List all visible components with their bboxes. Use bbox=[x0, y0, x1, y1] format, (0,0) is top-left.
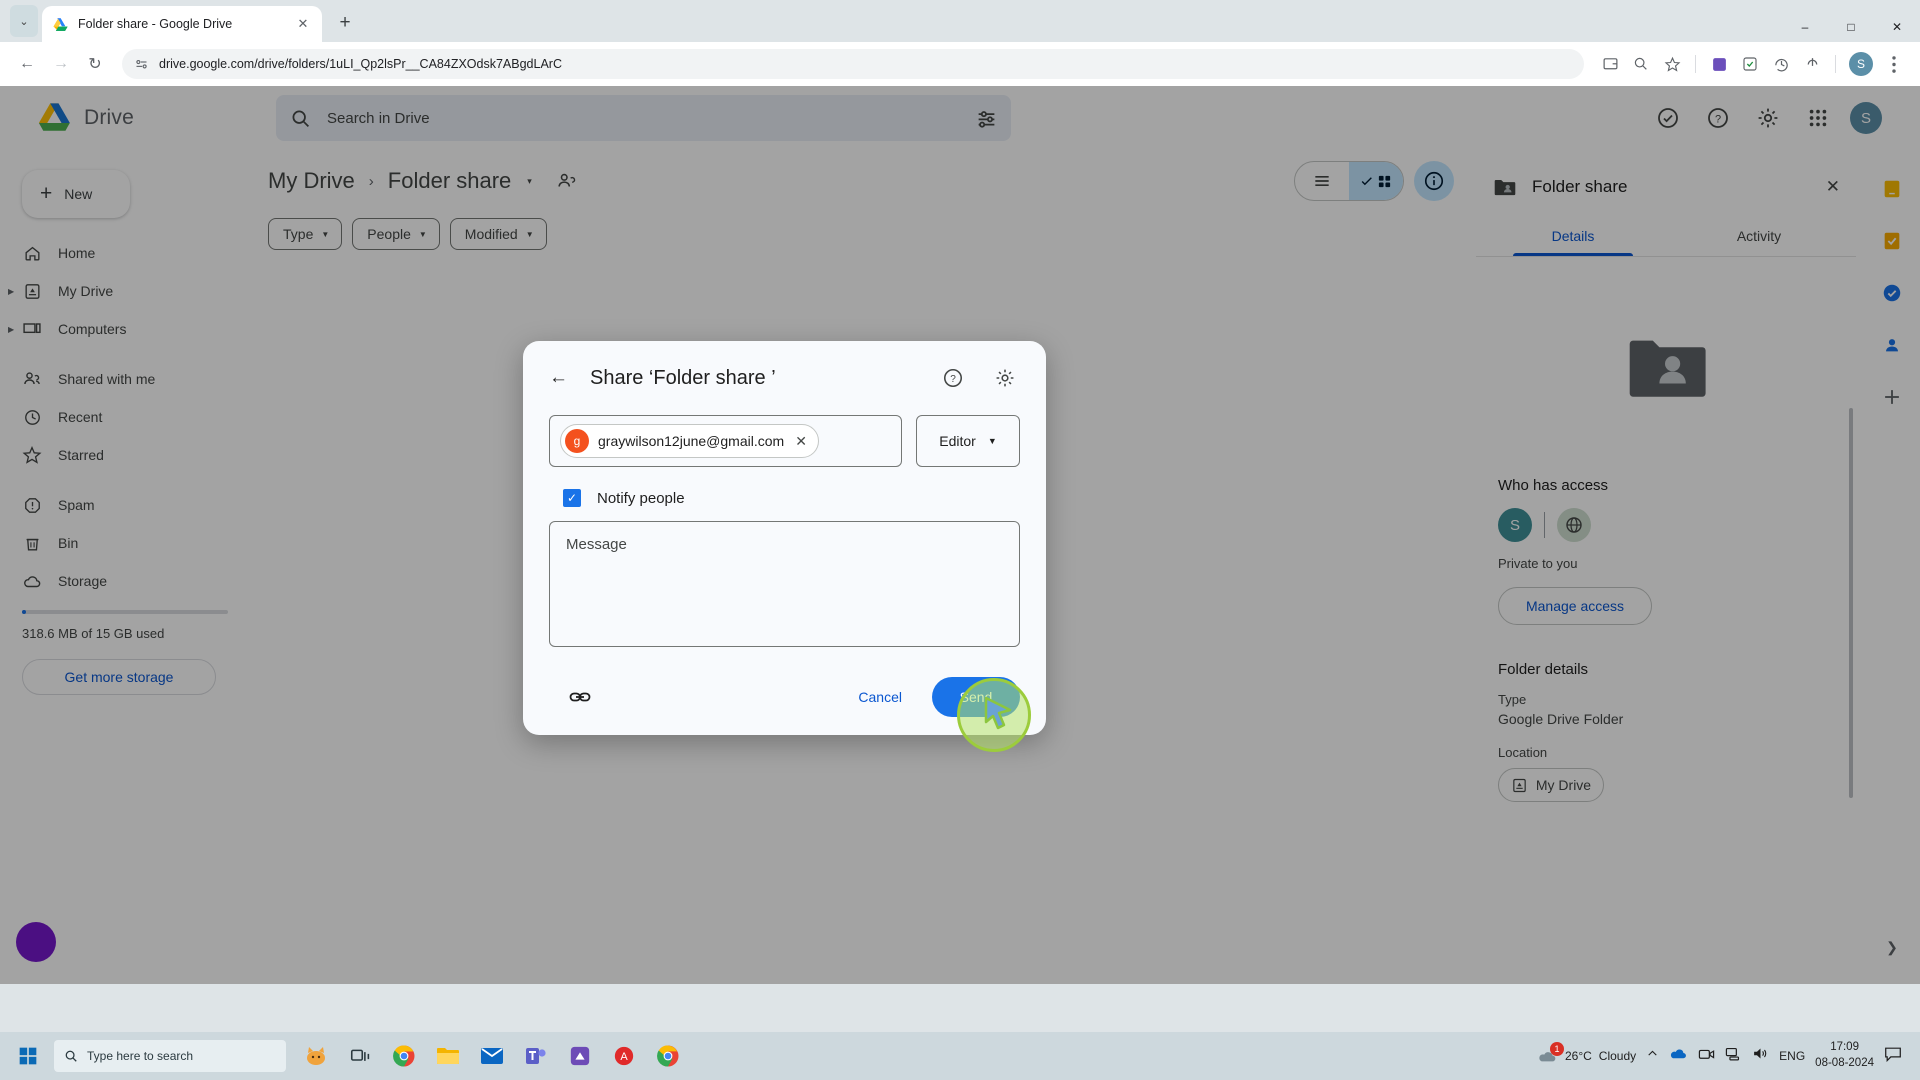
maximize-button[interactable]: □ bbox=[1828, 12, 1874, 42]
extension-green-icon[interactable] bbox=[1736, 50, 1764, 78]
omnibox-actions: S bbox=[1596, 50, 1908, 78]
link-icon[interactable] bbox=[563, 680, 597, 714]
windows-taskbar: Type here to search A 1 26°C Cloudy ENG … bbox=[0, 1032, 1920, 1080]
share-icon[interactable] bbox=[1798, 50, 1826, 78]
drive-page: Drive Search in Drive ? S + New Home ▶ M… bbox=[0, 86, 1920, 984]
recipient-email: graywilson12june@gmail.com bbox=[598, 433, 785, 449]
new-tab-button[interactable]: + bbox=[330, 8, 360, 38]
zoom-icon[interactable] bbox=[1627, 50, 1655, 78]
system-tray: 1 26°C Cloudy ENG 17:09 08-08-2024 bbox=[1536, 1040, 1912, 1071]
help-bubble[interactable] bbox=[16, 922, 56, 962]
remove-recipient-icon[interactable]: ✕ bbox=[793, 433, 809, 450]
store-icon[interactable] bbox=[560, 1036, 600, 1076]
divider-2 bbox=[1835, 55, 1836, 73]
recipient-row: g graywilson12june@gmail.com ✕ Editor ▼ bbox=[549, 415, 1020, 467]
drive-icon bbox=[53, 17, 68, 31]
tab-search-chevron-icon[interactable]: ⌄ bbox=[10, 5, 38, 37]
tray-icons: ENG bbox=[1646, 1046, 1805, 1066]
help-icon[interactable]: ? bbox=[938, 363, 968, 393]
recipient-chip[interactable]: g graywilson12june@gmail.com ✕ bbox=[560, 424, 819, 458]
onedrive-icon[interactable] bbox=[1669, 1046, 1688, 1066]
role-value: Editor bbox=[939, 433, 976, 449]
back-arrow-icon[interactable]: ← bbox=[549, 367, 568, 389]
weather-widget[interactable]: 1 26°C Cloudy bbox=[1536, 1042, 1637, 1065]
url-text: drive.google.com/drive/folders/1uLI_Qp2l… bbox=[159, 57, 562, 71]
chrome-menu-icon[interactable] bbox=[1880, 50, 1908, 78]
svg-text:A: A bbox=[620, 1051, 628, 1063]
install-app-icon[interactable] bbox=[1596, 50, 1624, 78]
anydesk-icon[interactable]: A bbox=[604, 1036, 644, 1076]
notification-badge: 1 bbox=[1549, 1042, 1564, 1056]
svg-text:?: ? bbox=[950, 374, 956, 385]
share-dialog-footer: Cancel Send bbox=[549, 677, 1020, 717]
recipient-input-field[interactable]: g graywilson12june@gmail.com ✕ bbox=[549, 415, 902, 467]
teams-icon[interactable] bbox=[516, 1036, 556, 1076]
window-controls: – □ ✕ bbox=[1782, 6, 1920, 42]
site-settings-icon[interactable] bbox=[134, 57, 149, 72]
browser-profile-avatar[interactable]: S bbox=[1849, 52, 1873, 76]
browser-tab[interactable]: Folder share - Google Drive ✕ bbox=[42, 6, 322, 42]
back-icon[interactable]: ← bbox=[12, 49, 42, 79]
address-bar[interactable]: drive.google.com/drive/folders/1uLI_Qp2l… bbox=[122, 49, 1584, 79]
chrome-active-icon[interactable] bbox=[648, 1036, 688, 1076]
role-dropdown[interactable]: Editor ▼ bbox=[916, 415, 1020, 467]
message-textarea[interactable]: Message bbox=[549, 521, 1020, 647]
language-indicator[interactable]: ENG bbox=[1779, 1049, 1805, 1063]
tab-title: Folder share - Google Drive bbox=[78, 17, 233, 31]
notify-people-row[interactable]: ✓ Notify people bbox=[563, 489, 1020, 507]
divider bbox=[1695, 55, 1696, 73]
share-dialog-title: Share ‘Folder share ’ bbox=[590, 366, 776, 389]
cortana-cat-icon[interactable] bbox=[296, 1036, 336, 1076]
mail-icon[interactable] bbox=[472, 1036, 512, 1076]
close-icon[interactable]: ✕ bbox=[294, 15, 312, 33]
omnibox-bar: ← → ↻ drive.google.com/drive/folders/1uL… bbox=[0, 42, 1920, 86]
forward-icon[interactable]: → bbox=[46, 49, 76, 79]
reload-icon[interactable]: ↻ bbox=[80, 49, 110, 79]
taskbar-apps: A bbox=[296, 1036, 688, 1076]
start-button[interactable] bbox=[8, 1046, 48, 1066]
share-dialog-header: ← Share ‘Folder share ’ ? bbox=[549, 363, 1020, 393]
send-button[interactable]: Send bbox=[932, 677, 1020, 717]
cancel-button[interactable]: Cancel bbox=[842, 679, 918, 715]
taskbar-search-placeholder: Type here to search bbox=[87, 1049, 194, 1063]
task-view-icon[interactable] bbox=[340, 1036, 380, 1076]
tab-strip: ⌄ Folder share - Google Drive ✕ + – □ ✕ bbox=[0, 0, 1920, 42]
recipient-avatar: g bbox=[565, 429, 589, 453]
notification-center-icon[interactable] bbox=[1884, 1046, 1902, 1067]
weather-condition: Cloudy bbox=[1598, 1049, 1637, 1063]
notify-checkbox[interactable]: ✓ bbox=[563, 489, 581, 507]
taskbar-search-input[interactable]: Type here to search bbox=[54, 1040, 286, 1072]
chrome-icon[interactable] bbox=[384, 1036, 424, 1076]
network-icon[interactable] bbox=[1725, 1046, 1742, 1066]
gear-icon[interactable] bbox=[990, 363, 1020, 393]
chevron-down-icon: ▼ bbox=[987, 436, 997, 446]
extension-purple-icon[interactable] bbox=[1705, 50, 1733, 78]
search-icon bbox=[65, 1050, 77, 1062]
window-close-button[interactable]: ✕ bbox=[1874, 12, 1920, 42]
chevron-up-icon[interactable] bbox=[1646, 1047, 1659, 1065]
cloud-icon: 1 bbox=[1536, 1042, 1564, 1065]
clock-time: 17:09 bbox=[1830, 1041, 1859, 1054]
clock[interactable]: 17:09 08-08-2024 bbox=[1815, 1040, 1874, 1071]
file-explorer-icon[interactable] bbox=[428, 1036, 468, 1076]
clock-date: 08-08-2024 bbox=[1815, 1057, 1874, 1069]
weather-temp: 26°C bbox=[1564, 1049, 1592, 1063]
minimize-button[interactable]: – bbox=[1782, 12, 1828, 42]
camera-icon[interactable] bbox=[1698, 1047, 1715, 1066]
notify-label: Notify people bbox=[597, 489, 685, 507]
bookmark-star-icon[interactable] bbox=[1658, 50, 1686, 78]
history-icon[interactable] bbox=[1767, 50, 1795, 78]
browser-window: ⌄ Folder share - Google Drive ✕ + – □ ✕ … bbox=[0, 0, 1920, 1032]
share-dialog: ← Share ‘Folder share ’ ? g graywilson12… bbox=[523, 341, 1046, 735]
volume-icon[interactable] bbox=[1752, 1046, 1769, 1066]
